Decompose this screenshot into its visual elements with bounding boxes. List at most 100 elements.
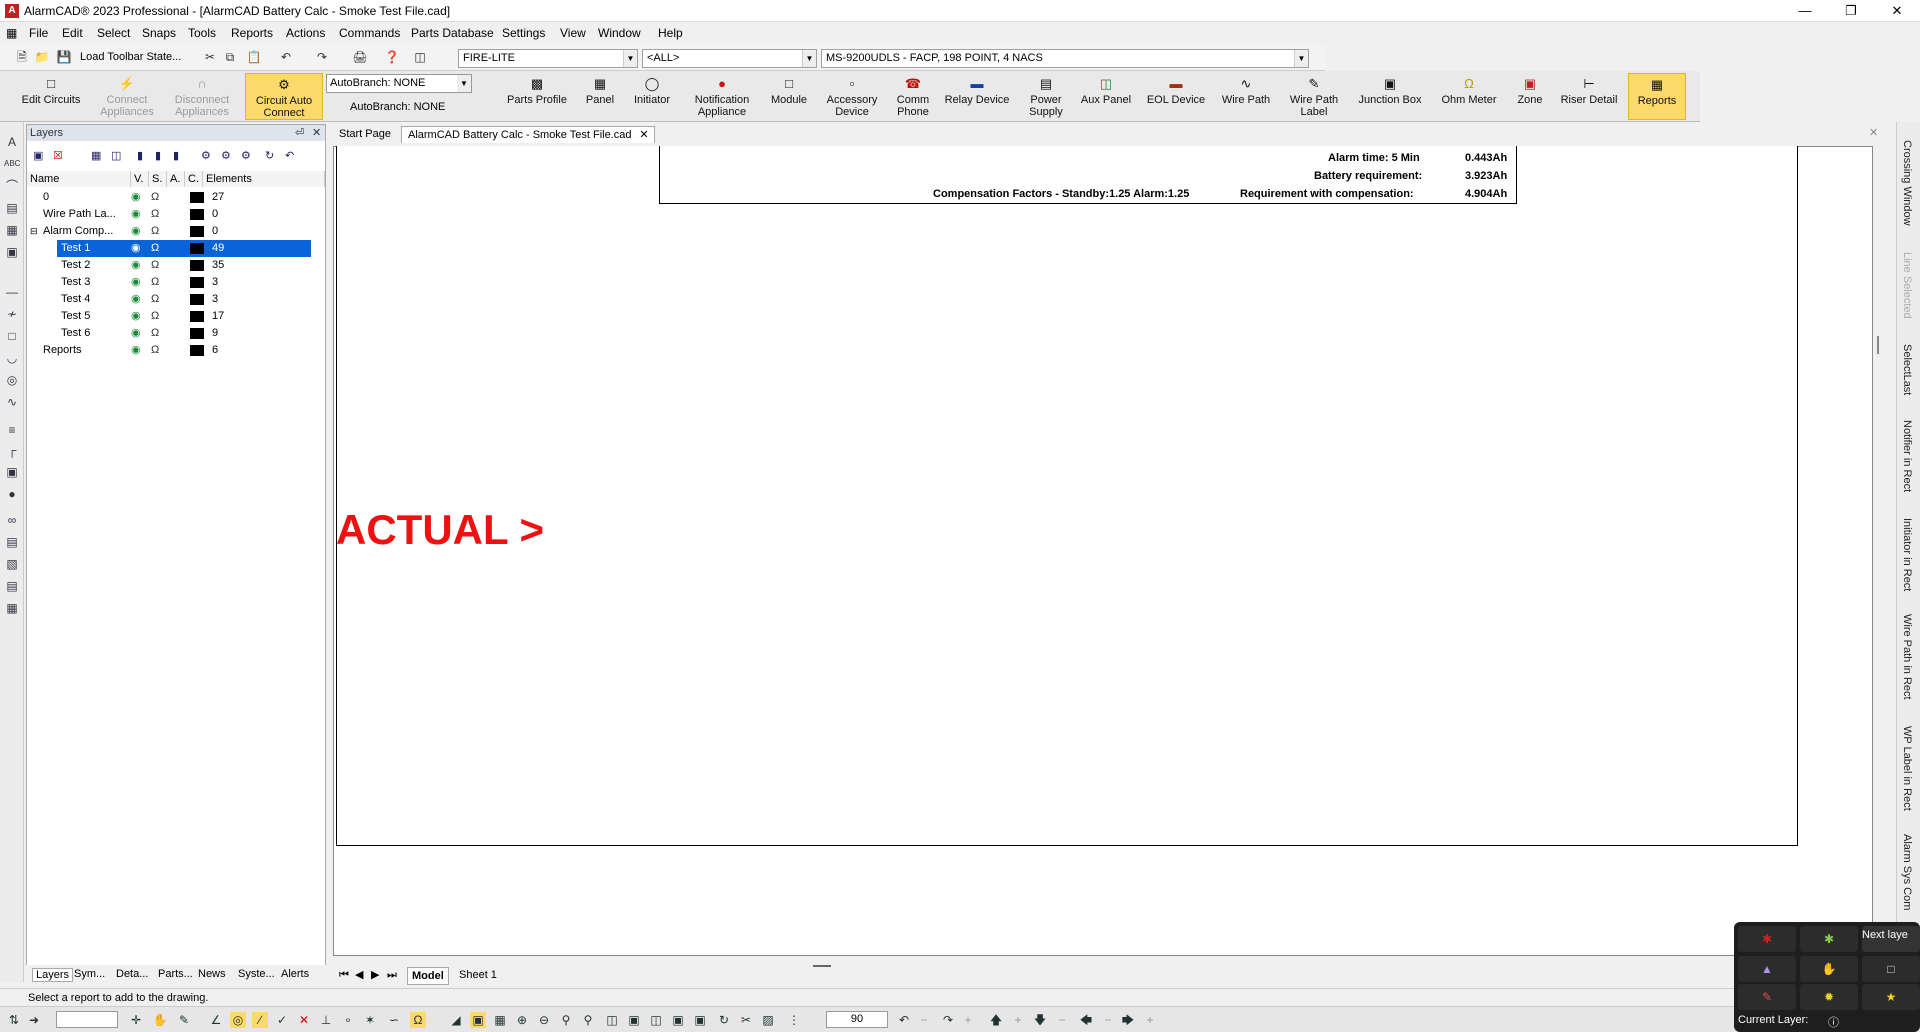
view-icon[interactable]: ▣ <box>626 1012 642 1028</box>
col-selectable[interactable]: S. <box>149 171 167 187</box>
load-toolbar-state-button[interactable]: Load Toolbar State... <box>80 51 181 63</box>
col-color[interactable]: C. <box>185 171 203 187</box>
layer-properties-icon[interactable]: ▦ <box>91 149 101 162</box>
power-supply-button[interactable]: ▤ Power Supply <box>1018 73 1074 120</box>
open-folder-icon[interactable]: 📁 <box>34 49 50 65</box>
panel-button[interactable]: ▦ Panel <box>580 73 620 120</box>
tab-alerts[interactable]: Alerts <box>281 968 309 980</box>
tab-news[interactable]: News <box>198 968 226 980</box>
layer-row[interactable]: Test 6 ◉ Ω 9 <box>27 325 325 342</box>
menu-actions[interactable]: Actions <box>286 26 325 40</box>
zoom-extents-icon[interactable]: ◢ <box>448 1012 464 1028</box>
next-sheet-icon[interactable]: ▶ <box>367 967 383 983</box>
parts-profile-button[interactable]: ▩ Parts Profile <box>501 73 573 120</box>
layer-row[interactable]: Test 3 ◉ Ω 3 <box>27 274 325 291</box>
puzzle-icon[interactable]: ✱ <box>1800 926 1858 952</box>
rotation-input[interactable]: 90 <box>826 1011 888 1028</box>
col-active[interactable]: A. <box>167 171 185 187</box>
copy-icon[interactable]: ⧉ <box>222 49 238 65</box>
arrow-right-icon[interactable]: ➜ <box>26 1012 42 1028</box>
zoom-previous-icon[interactable]: ⚲ <box>558 1012 574 1028</box>
frame-icon[interactable]: ▣ <box>4 464 20 480</box>
rotate-z-neg-icon[interactable]: − <box>916 1012 932 1028</box>
paste-icon[interactable]: 📋 <box>246 49 262 65</box>
select-all-icon[interactable]: ▮ <box>155 149 161 162</box>
snap-nearest-icon[interactable]: ∘ <box>340 1012 356 1028</box>
menu-parts-database[interactable]: Parts Database <box>411 26 494 40</box>
snap-intersection-icon[interactable]: ✕ <box>296 1012 312 1028</box>
chevron-down-icon[interactable]: ▼ <box>802 50 816 67</box>
ortho-icon[interactable]: ⇅ <box>6 1012 22 1028</box>
tab-initiator-in-rect[interactable]: Initiator in Rect <box>1901 518 1913 591</box>
pan-icon[interactable]: ✋ <box>152 1012 168 1028</box>
rotate-left-icon[interactable]: ↶ <box>896 1012 912 1028</box>
grid-snap-icon[interactable]: ⋮ <box>786 1012 802 1028</box>
eol-device-button[interactable]: ▬ EOL Device <box>1144 73 1208 120</box>
hatch-icon[interactable]: ▤ <box>4 200 20 216</box>
double-line-icon[interactable]: ≡ <box>4 422 20 438</box>
snap-angle-icon[interactable]: ∠ <box>208 1012 224 1028</box>
minimize-button[interactable]: — <box>1782 0 1828 22</box>
pin-icon[interactable]: ⏎ <box>295 125 304 141</box>
visible-all-icon[interactable]: ▮ <box>137 149 143 162</box>
plus-x-icon[interactable]: + <box>1010 1012 1026 1028</box>
delete-layer-icon[interactable]: ☒ <box>53 149 63 162</box>
merge-layer-icon[interactable]: ⚙ <box>201 149 211 162</box>
pencil-icon[interactable]: ✎ <box>1738 984 1796 1010</box>
zoom-all-icon[interactable]: ▦ <box>492 1012 508 1028</box>
tab-line-selected[interactable]: Line Selected <box>1901 252 1913 319</box>
dimension-icon[interactable]: ∞ <box>4 512 20 528</box>
undo-layer-icon[interactable]: ↶ <box>285 149 294 162</box>
chevron-down-icon[interactable]: ▼ <box>457 75 471 92</box>
chevron-down-icon[interactable]: ▼ <box>1294 50 1308 67</box>
spell-check-icon[interactable]: ABC <box>4 156 20 172</box>
sun-icon[interactable]: ✹ <box>1800 984 1858 1010</box>
help-cursor-icon[interactable]: ❓ <box>384 49 400 65</box>
tab-wp-label-in-rect[interactable]: WP Label in Rect <box>1901 726 1913 811</box>
menu-view[interactable]: View <box>560 26 586 40</box>
zoom-in-icon[interactable]: ⊕ <box>514 1012 530 1028</box>
move-up-icon[interactable]: 🡅 <box>988 1012 1004 1028</box>
battery-report-table[interactable]: Alarm time: 5 Min 0.443Ah Battery requir… <box>659 146 1517 204</box>
autobranch-select[interactable]: AutoBranch: NONE ▼ <box>326 74 472 93</box>
redraw-icon[interactable]: ◫ <box>604 1012 620 1028</box>
edit-circuits-button[interactable]: □ Edit Circuits <box>14 73 88 120</box>
zoom-realtime-icon[interactable]: ⚲ <box>580 1012 596 1028</box>
globe-icon[interactable]: ● <box>4 486 20 502</box>
text-icon[interactable]: A <box>4 134 20 150</box>
image-icon[interactable]: ▣ <box>4 244 20 260</box>
star-icon[interactable]: ★ <box>1862 984 1920 1010</box>
panel-model-select[interactable]: MS-9200UDLS - FACP, 198 POINT, 4 NACS ▼ <box>821 49 1309 68</box>
maximize-button[interactable]: ❐ <box>1828 0 1874 22</box>
junction-box-button[interactable]: ▣ Junction Box <box>1352 73 1428 120</box>
menu-select[interactable]: Select <box>97 26 130 40</box>
filter-select[interactable]: <ALL> ▼ <box>642 49 817 68</box>
aux-panel-button[interactable]: ◫ Aux Panel <box>1078 73 1134 120</box>
tab-active-document[interactable]: AlarmCAD Battery Calc - Smoke Test File.… <box>401 126 655 143</box>
tab-alarm-sys-com[interactable]: Alarm Sys Com <box>1901 834 1913 910</box>
arc-icon[interactable]: ◡ <box>4 350 20 366</box>
aerial-view-icon[interactable]: ▣ <box>670 1012 686 1028</box>
menu-window[interactable]: Window <box>598 26 641 40</box>
circuit-auto-connect-button[interactable]: ⚙ Circuit Auto Connect <box>245 73 323 120</box>
snap-node-icon[interactable]: ✶ <box>362 1012 378 1028</box>
menu-edit[interactable]: Edit <box>62 26 83 40</box>
move-down-icon[interactable]: 🡇 <box>1032 1012 1048 1028</box>
splitter-handle[interactable] <box>813 965 831 967</box>
cut-icon[interactable]: ✂ <box>202 49 218 65</box>
lock-all-icon[interactable]: ▮ <box>173 149 179 162</box>
wire-path-button[interactable]: ∿ Wire Path <box>1216 73 1276 120</box>
print-icon[interactable]: 🖨 <box>352 49 368 65</box>
redo-icon[interactable]: ↷ <box>314 49 330 65</box>
line-icon[interactable]: — <box>4 284 20 300</box>
menu-reports[interactable]: Reports <box>231 26 273 40</box>
comm-phone-button[interactable]: ☎ Comm Phone <box>890 73 936 120</box>
tab-notifier-in-rect[interactable]: Notifier in Rect <box>1901 420 1913 492</box>
tab-select-last[interactable]: SelectLast <box>1901 344 1913 395</box>
minus-x-icon[interactable]: − <box>1054 1012 1070 1028</box>
rotate-right-icon[interactable]: ↷ <box>940 1012 956 1028</box>
isolate-layer-icon[interactable]: ⚙ <box>221 149 231 162</box>
reports-button[interactable]: ▦ Reports <box>1628 73 1686 120</box>
tab-symbols[interactable]: Sym... <box>74 968 105 980</box>
snap-center-icon[interactable]: ◎ <box>230 1012 246 1028</box>
